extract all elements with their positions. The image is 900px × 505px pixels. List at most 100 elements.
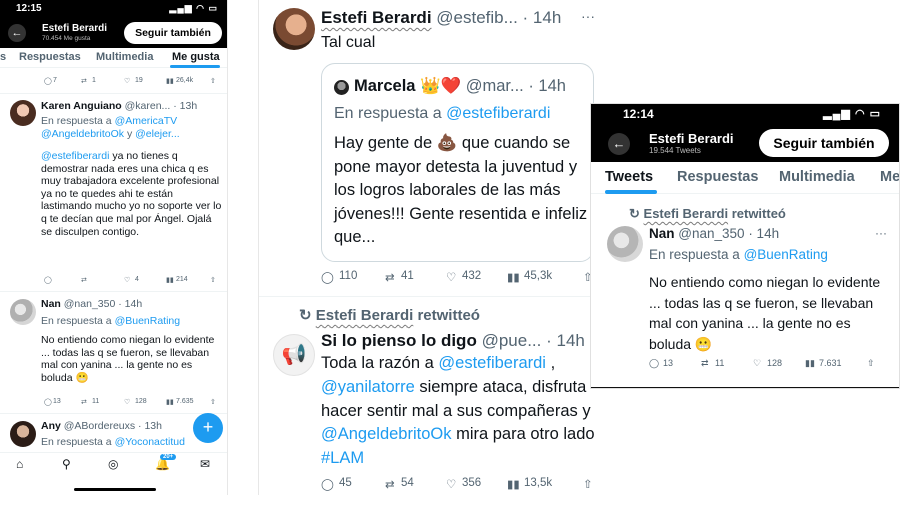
- views-icon[interactable]: ▮▮: [166, 276, 174, 284]
- views-icon[interactable]: ▮▮: [507, 270, 520, 284]
- like-icon[interactable]: ♡: [446, 270, 456, 284]
- retweet-icon[interactable]: ⇄: [81, 398, 87, 406]
- more-options-icon[interactable]: ···: [875, 226, 887, 240]
- tweet-text: Tal cual: [321, 34, 376, 51]
- post-time: · 13h: [173, 100, 198, 112]
- body-mention[interactable]: @estefiberardi: [41, 150, 109, 162]
- tab-partial[interactable]: s: [0, 51, 6, 63]
- tab-me-gusta[interactable]: Me: [880, 169, 899, 185]
- retweet-icon[interactable]: ⇄: [81, 77, 87, 85]
- reply-mention-2[interactable]: @AngeldebritoOk: [41, 128, 124, 140]
- tweet-actions: ◯ ⇄ ♡ 4 ▮▮ 214 ⇧: [40, 276, 220, 286]
- reply-mention[interactable]: @BuenRating: [115, 315, 181, 327]
- quote-body: Hay gente de 💩 que cuando se pone mayor …: [334, 134, 588, 247]
- reply-icon[interactable]: ◯: [44, 398, 52, 406]
- tweet-time: · 14h: [522, 8, 562, 27]
- author-name[interactable]: Estefi Berardi: [321, 8, 432, 27]
- body-text: ,: [545, 354, 556, 372]
- post-time: · 13h: [138, 420, 162, 432]
- reply-mention[interactable]: @AmericaTV: [115, 115, 178, 127]
- avatar[interactable]: [10, 299, 36, 325]
- body-text: ya no tienes q demostrar nada eres una c…: [41, 150, 222, 238]
- spaces-icon[interactable]: ◎: [108, 457, 118, 471]
- avatar[interactable]: [273, 8, 315, 50]
- retweet-icon[interactable]: ⇄: [385, 270, 395, 284]
- tab-me-gusta[interactable]: Me gusta: [172, 51, 220, 63]
- compose-tweet-button[interactable]: +: [193, 413, 223, 443]
- author-handle[interactable]: @pue...: [482, 331, 542, 350]
- more-options-icon[interactable]: ···: [581, 8, 595, 24]
- reply-prefix: En respuesta a: [41, 115, 112, 127]
- body-hashtag[interactable]: #LAM: [321, 449, 364, 467]
- home-icon[interactable]: ⌂: [16, 457, 23, 471]
- like-icon[interactable]: ♡: [124, 276, 130, 284]
- like-icon[interactable]: ♡: [124, 398, 130, 406]
- body-mention[interactable]: @estefiberardi: [438, 354, 546, 372]
- tab-multimedia[interactable]: Multimedia: [96, 51, 153, 63]
- reply-count: 110: [339, 270, 358, 282]
- back-arrow-icon[interactable]: ←: [8, 24, 26, 42]
- avatar[interactable]: 📢: [273, 334, 315, 376]
- retweet-count: 41: [401, 270, 414, 282]
- post-body: @estefiberardi ya no tienes q demostrar …: [41, 150, 223, 238]
- author-handle[interactable]: @ABordereuxs: [64, 420, 135, 432]
- tweet-body: No entiendo como niegan lo evidente ... …: [649, 274, 881, 352]
- like-icon[interactable]: ♡: [753, 358, 761, 369]
- author-name[interactable]: Nan: [649, 226, 675, 241]
- retweeter-name[interactable]: Estefi Berardi: [644, 206, 729, 221]
- follow-back-button[interactable]: Seguir también: [124, 22, 222, 44]
- share-icon[interactable]: ⇧: [210, 398, 216, 406]
- tab-respuestas[interactable]: Respuestas: [19, 51, 81, 63]
- author-handle[interactable]: @karen...: [125, 100, 171, 112]
- profile-tabs: s Respuestas Multimedia Me gusta: [0, 48, 227, 68]
- reply-mention[interactable]: @estefiberardi: [446, 105, 550, 122]
- like-icon[interactable]: ♡: [124, 77, 130, 85]
- views-icon[interactable]: ▮▮: [507, 477, 520, 491]
- retweet-icon[interactable]: ⇄: [81, 276, 87, 284]
- reply-mention[interactable]: @BuenRating: [744, 247, 828, 262]
- tab-tweets[interactable]: Tweets: [605, 169, 653, 185]
- retweeter-name[interactable]: Estefi Berardi: [316, 307, 414, 324]
- follow-back-button[interactable]: Seguir también: [759, 129, 889, 157]
- back-arrow-icon[interactable]: ←: [608, 133, 630, 155]
- tweet-header: Nan @nan_350 · 14h: [649, 226, 779, 241]
- views-icon[interactable]: ▮▮: [166, 398, 174, 406]
- search-icon[interactable]: ⚲: [62, 457, 71, 471]
- avatar[interactable]: [10, 421, 36, 447]
- author-name[interactable]: Karen Anguiano: [41, 100, 122, 112]
- body-mention[interactable]: @yanilatorre: [321, 378, 415, 396]
- share-icon[interactable]: ⇧: [867, 358, 875, 369]
- views-icon[interactable]: ▮▮: [805, 358, 815, 369]
- reply-icon[interactable]: ◯: [321, 477, 334, 491]
- middle-tweet-screenshot: Estefi Berardi @estefib... · 14h ··· Tal…: [258, 0, 605, 495]
- messages-icon[interactable]: ✉: [200, 457, 210, 471]
- tab-multimedia[interactable]: Multimedia: [779, 169, 855, 185]
- reply-mention[interactable]: @Yoconactitud: [115, 436, 185, 448]
- reply-icon[interactable]: ◯: [649, 358, 659, 369]
- tab-respuestas[interactable]: Respuestas: [677, 169, 758, 185]
- author-handle[interactable]: @estefib...: [436, 8, 518, 27]
- reply-icon[interactable]: ◯: [44, 276, 52, 284]
- quoted-tweet[interactable]: Marcela 👑❤️ @mar... · 14h En respuesta a…: [321, 63, 594, 262]
- author-name[interactable]: Si lo pienso lo digo: [321, 331, 477, 350]
- reply-icon[interactable]: ◯: [321, 270, 334, 284]
- reply-icon[interactable]: ◯: [44, 77, 52, 85]
- share-icon[interactable]: ⇧: [210, 77, 216, 85]
- retweet-icon[interactable]: ⇄: [385, 477, 395, 491]
- views-icon[interactable]: ▮▮: [166, 77, 174, 85]
- body-mention[interactable]: @AngeldebritoOk: [321, 425, 452, 443]
- author-handle[interactable]: @nan_350: [64, 298, 116, 310]
- tweet-actions: ◯ 110 ⇄ 41 ♡ 432 ▮▮ 45,3k ⇧: [321, 270, 603, 286]
- retweet-icon[interactable]: ⇄: [701, 358, 709, 369]
- signal-icons: ▂▄▆ ◠ ▭: [823, 108, 881, 120]
- share-icon[interactable]: ⇧: [210, 276, 216, 284]
- avatar[interactable]: [607, 226, 643, 262]
- author-name[interactable]: Any: [41, 420, 61, 432]
- avatar[interactable]: [10, 100, 36, 126]
- reply-prefix: En respuesta a: [41, 436, 112, 448]
- share-icon[interactable]: ⇧: [583, 477, 593, 491]
- author-handle[interactable]: @nan_350: [678, 226, 744, 241]
- author-name[interactable]: Nan: [41, 298, 61, 310]
- like-icon[interactable]: ♡: [446, 477, 456, 491]
- reply-mention-3[interactable]: @elejer...: [135, 128, 180, 140]
